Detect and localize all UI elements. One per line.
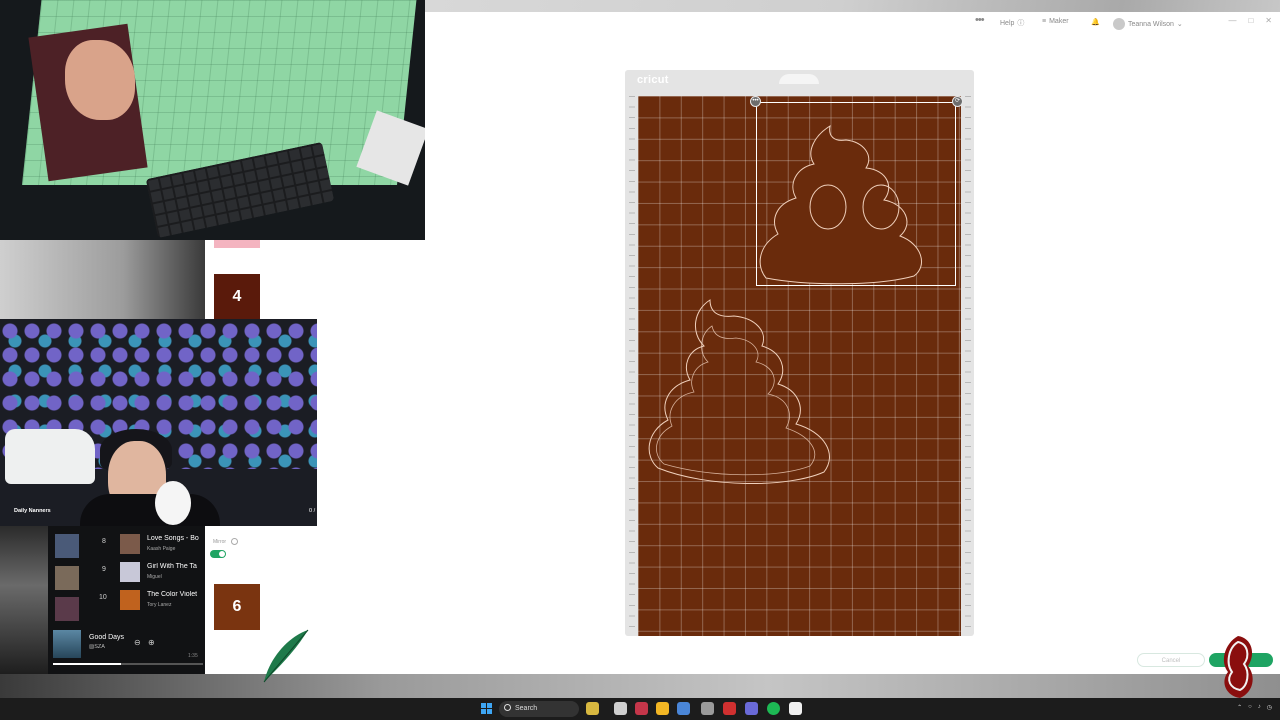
track-row[interactable]: 10 The Color Violet Tory Lanez <box>50 584 205 612</box>
minus-circle-icon[interactable]: ⊖ <box>134 638 141 647</box>
album-art <box>120 590 140 610</box>
mirror-label: Mirror <box>213 539 227 545</box>
plush-toy <box>155 481 191 525</box>
task-view-icon[interactable] <box>614 702 627 715</box>
hand <box>65 40 135 120</box>
store-icon[interactable] <box>677 702 690 715</box>
now-playing-art <box>53 630 81 658</box>
now-playing-artist: ▧SZA <box>89 644 105 650</box>
avatar <box>1113 18 1125 30</box>
help-link[interactable]: Help ⓘ <box>1000 18 1024 28</box>
track-artist: Kaash Paige <box>147 546 176 552</box>
windows-taskbar: Search ⌃ ○ ♪ ◷ <box>0 698 1280 720</box>
cricut-machine <box>5 429 95 484</box>
taskbar-search[interactable]: Search <box>499 701 579 717</box>
streamer-webcam-feed <box>0 319 317 526</box>
machine-selector[interactable]: ≡ Maker <box>1042 18 1069 25</box>
playback-time: 1:35 <box>188 653 198 659</box>
mat-ruler-right <box>965 96 971 632</box>
network-icon[interactable]: ○ <box>1248 704 1252 711</box>
windows-start-icon[interactable] <box>481 703 492 714</box>
mascot-logo-icon <box>1223 636 1253 698</box>
help-icon: ⓘ <box>1017 20 1025 27</box>
leaf-decoration-icon <box>263 629 309 683</box>
desktop-background-strip <box>0 672 1280 700</box>
desktop-background-patch <box>0 240 205 320</box>
material-preview: ••• ⟳ <box>638 96 963 636</box>
system-tray: ⌃ ○ ♪ ◷ <box>1237 704 1272 711</box>
rotate-handle-icon[interactable]: ⟳ <box>952 96 963 107</box>
machine-label: Maker <box>1049 18 1069 25</box>
edit-handle-icon[interactable]: ••• <box>750 96 761 107</box>
machine-icon: ≡ <box>1042 18 1047 25</box>
chevron-up-icon[interactable]: ⌃ <box>1237 704 1242 711</box>
spotify-icon[interactable] <box>767 702 780 715</box>
playback-progress[interactable] <box>53 663 203 665</box>
track-row[interactable]: 8 Love Songs - Bo Kaash Paige <box>50 528 205 556</box>
app-icon[interactable] <box>635 702 648 715</box>
add-circle-icon[interactable]: ⊕ <box>148 638 155 647</box>
maximize-icon[interactable]: □ <box>1248 16 1253 25</box>
app-icon[interactable] <box>723 702 736 715</box>
bell-icon: 🔔 <box>1091 19 1100 26</box>
track-number: 10 <box>99 594 107 601</box>
now-playing-title: Good Days <box>89 634 125 641</box>
mat-top-tab <box>779 74 819 84</box>
track-title: Love Songs - Bo <box>147 535 199 542</box>
file-explorer-icon[interactable] <box>656 702 669 715</box>
spotify-background-art <box>0 526 48 674</box>
user-name: Teanna Wilson <box>1128 20 1174 28</box>
track-number: 9 <box>102 566 106 573</box>
mat-thumbnail-4[interactable]: 4 <box>214 274 260 320</box>
clock-icon[interactable]: ◷ <box>1267 704 1272 711</box>
poop-shape-inner <box>656 325 816 476</box>
album-art <box>120 534 140 554</box>
track-artist: Miguel <box>147 574 162 580</box>
cutting-mat: cricut ••• ⟳ <box>625 70 974 636</box>
overhead-webcam-feed <box>0 0 425 240</box>
playback-progress-fill <box>53 663 121 665</box>
info-icon[interactable] <box>231 538 238 545</box>
window-controls: — □ ✕ <box>1228 16 1272 25</box>
streamer-name-label: Daily Nanners <box>14 508 51 514</box>
track-title: Girl With The Ta <box>147 563 197 570</box>
mat-thumbnail-pink[interactable] <box>214 240 260 248</box>
discord-icon[interactable] <box>745 702 758 715</box>
user-menu[interactable]: Teanna Wilson ⌄ <box>1113 18 1183 30</box>
selection-box[interactable] <box>756 102 956 286</box>
minimize-icon[interactable]: — <box>1228 16 1236 25</box>
track-number: 8 <box>102 538 106 545</box>
cancel-button[interactable]: Cancel <box>1137 653 1205 667</box>
mat-ruler-left <box>629 96 635 632</box>
mat-brand-logo: cricut <box>637 74 669 86</box>
stream-counter: 0 / <box>309 508 316 514</box>
cricut-icon[interactable] <box>789 702 802 715</box>
track-row[interactable]: 9 Girl With The Ta Miguel <box>50 556 205 584</box>
now-playing-bar: Good Days ▧SZA ⊖ ⊕ 1:35 <box>50 626 205 666</box>
chevron-down-icon: ⌄ <box>1176 21 1183 28</box>
artist-name: SZA <box>94 644 105 650</box>
track-title: The Color Violet <box>147 591 198 598</box>
album-art <box>120 562 140 582</box>
mat-thumbnail-6[interactable]: 6 <box>214 584 260 630</box>
shirt <box>80 494 220 526</box>
mat-number: 4 <box>232 288 242 305</box>
close-icon[interactable]: ✕ <box>1265 16 1272 25</box>
notifications-button[interactable]: 🔔 <box>1091 18 1100 26</box>
app-icon[interactable] <box>701 702 714 715</box>
poop-shape-outline <box>648 299 830 484</box>
track-artist: Tory Lanez <box>147 602 172 608</box>
mat-number: 6 <box>232 598 242 615</box>
volume-icon[interactable]: ♪ <box>1258 704 1261 711</box>
more-options-icon[interactable]: ••• <box>975 14 985 26</box>
search-icon <box>504 704 511 711</box>
widgets-icon[interactable] <box>586 702 599 715</box>
help-label: Help <box>1000 19 1015 27</box>
mirror-toggle[interactable] <box>210 550 226 558</box>
